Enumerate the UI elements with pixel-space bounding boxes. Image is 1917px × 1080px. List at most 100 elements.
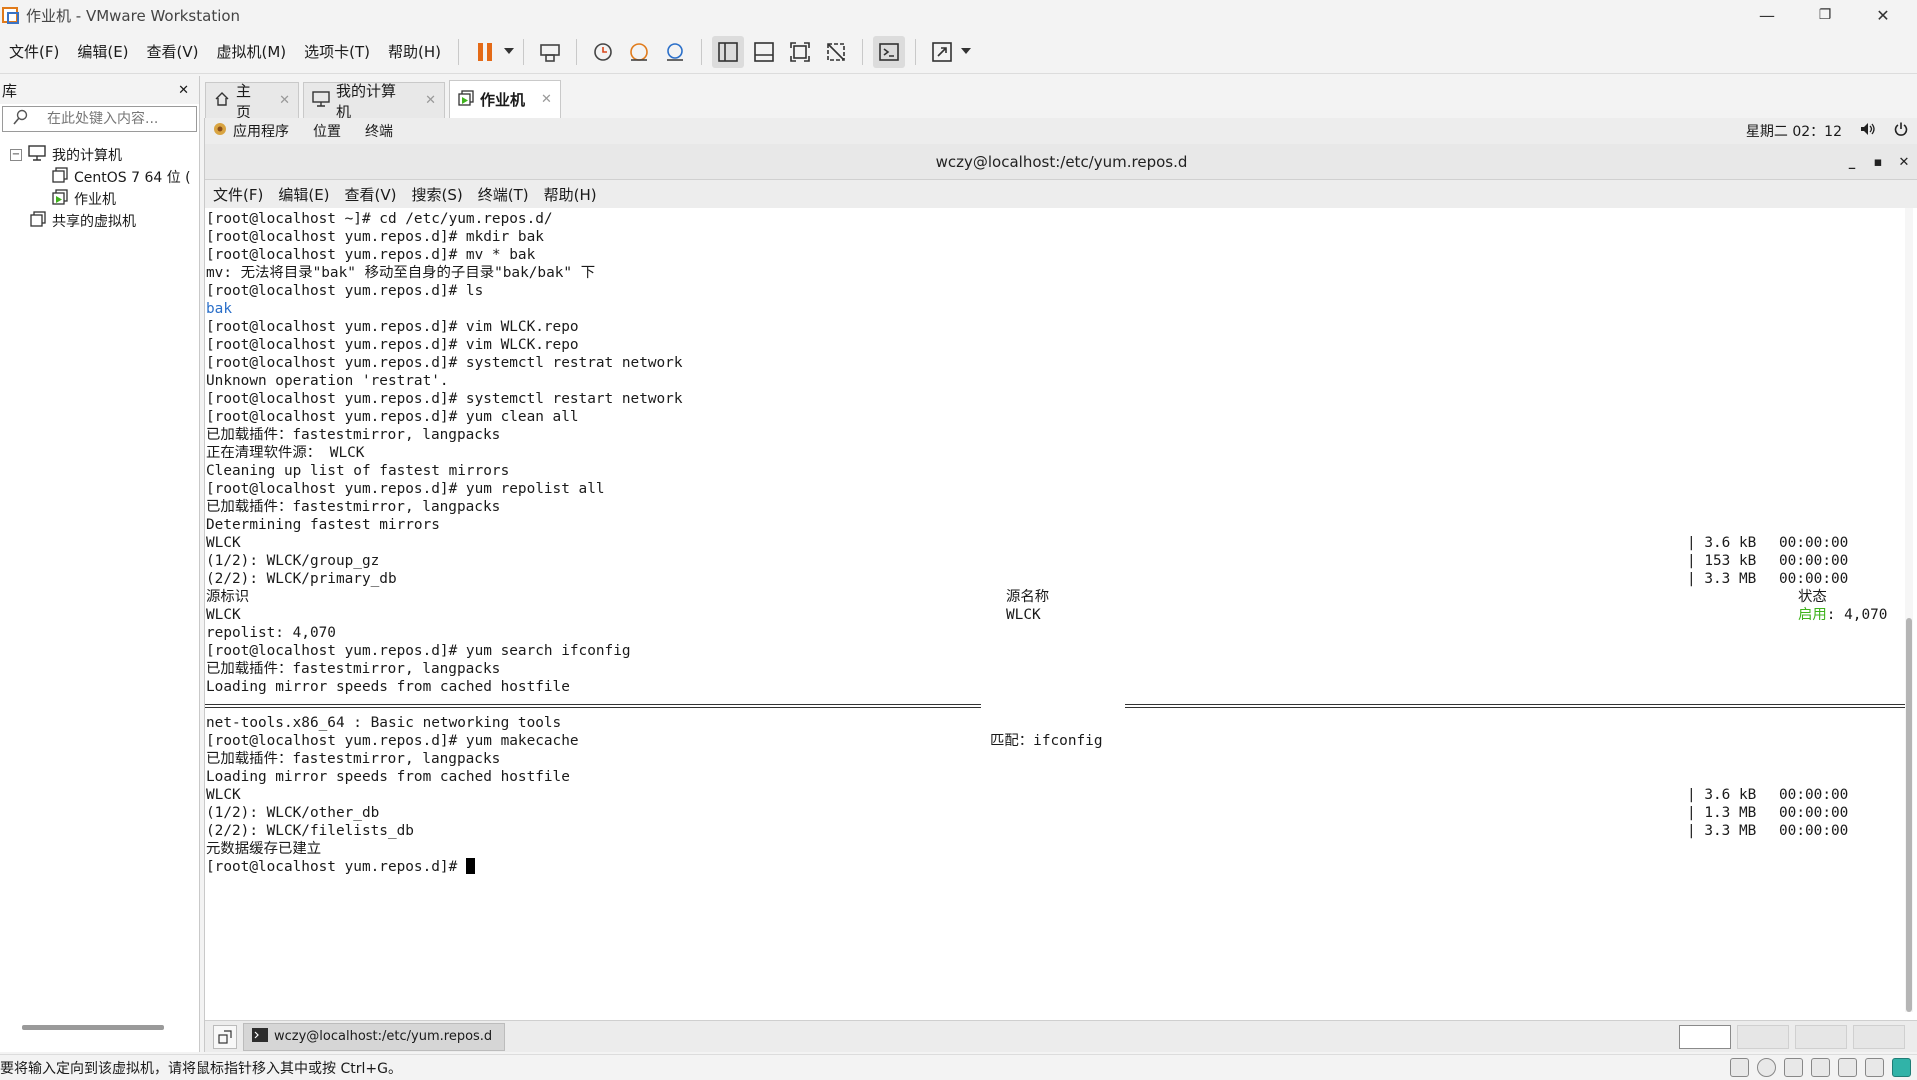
network-adapter-icon[interactable] [1784, 1058, 1803, 1077]
terminal-close-icon[interactable]: ✕ [1890, 144, 1917, 180]
terminal-menu-view[interactable]: 查看(V) [345, 184, 397, 205]
minimize-button[interactable]: — [1738, 0, 1796, 30]
terminal-line: 已加载插件：fastestmirror, langpacks [206, 661, 501, 677]
download-row: WLCK | 3.6 kB 00:00:00 [205, 786, 1905, 804]
download-time: 00:00:00 [1779, 787, 1849, 803]
library-search-input[interactable] [29, 111, 221, 127]
terminal-line: [root@localhost yum.repos.d]# systemctl … [206, 355, 683, 371]
tree-label: 我的计算机 [52, 148, 122, 164]
collapse-icon[interactable]: − [10, 149, 22, 161]
workspace-4[interactable] [1853, 1025, 1905, 1049]
thumbnail-bar-icon[interactable] [748, 36, 780, 68]
tree-item-homework-vm[interactable]: 作业机 [0, 188, 199, 210]
repo-name-header: 源名称 [1006, 589, 1050, 605]
running-vm-icon [52, 189, 68, 209]
workspace-1[interactable] [1679, 1025, 1731, 1049]
taskbar-terminal-item[interactable]: wczy@localhost:/etc/yum.repos.d [243, 1022, 505, 1051]
terminal-line: [root@localhost yum.repos.d]# yum clean … [206, 409, 579, 425]
terminal-scrollbar[interactable] [1905, 208, 1913, 1012]
show-library-icon[interactable] [712, 35, 745, 68]
printer-icon[interactable] [1838, 1058, 1857, 1077]
repo-row: WLCK WLCK 启用: 4,070 [205, 606, 1905, 624]
download-name: (1/2): WLCK/other_db [206, 805, 380, 821]
message-icon[interactable] [1892, 1058, 1911, 1077]
download-size: | 3.3 MB [1687, 571, 1757, 587]
volume-icon[interactable] [1860, 122, 1876, 140]
tab-strip: 主页 ✕ 我的计算机 ✕ 作业机 ✕ [205, 80, 565, 121]
applications-icon [213, 122, 227, 140]
power-icon[interactable] [1894, 122, 1908, 140]
download-name: WLCK [206, 535, 241, 551]
title-bar: 作业机 - VMware Workstation — ❐ ✕ [0, 0, 1917, 30]
terminal-line: [root@localhost yum.repos.d]# vim WLCK.r… [206, 337, 579, 353]
sound-card-icon[interactable] [1865, 1058, 1884, 1077]
toolbar-separator [458, 38, 460, 65]
tab-close-icon[interactable]: ✕ [279, 93, 290, 108]
gnome-places-menu[interactable]: 位置 [313, 121, 341, 141]
tree-item-my-computer[interactable]: − 我的计算机 [0, 144, 199, 166]
show-desktop-icon[interactable] [213, 1024, 237, 1049]
terminal-maximize-icon[interactable]: ▪ [1864, 144, 1892, 180]
terminal-menu-help[interactable]: 帮助(H) [544, 184, 597, 205]
snapshot-icon[interactable] [587, 36, 619, 68]
terminal-line: [root@localhost yum.repos.d]# vim WLCK.r… [206, 319, 579, 335]
tab-close-icon[interactable]: ✕ [541, 92, 552, 107]
unity-mode-icon[interactable] [820, 36, 852, 68]
restore-button[interactable]: ❐ [1796, 0, 1854, 30]
terminal-scrollbar-thumb[interactable] [1906, 618, 1912, 1012]
full-screen-icon[interactable] [784, 36, 816, 68]
tab-home[interactable]: 主页 ✕ [205, 82, 299, 121]
cd-dvd-icon[interactable] [1757, 1058, 1776, 1077]
library-close-icon[interactable]: ✕ [178, 83, 189, 98]
terminal-line: [root@localhost yum.repos.d]# systemctl … [206, 391, 683, 407]
tree-item-shared-vms[interactable]: 共享的虚拟机 [0, 210, 199, 232]
stretch-dropdown-icon[interactable] [960, 44, 972, 60]
repo-header-row: 源标识 源名称 状态 [205, 588, 1905, 606]
revert-snapshot-icon[interactable] [623, 36, 655, 68]
terminal-line: 已加载插件：fastestmirror, langpacks [206, 427, 501, 443]
close-button[interactable]: ✕ [1854, 0, 1912, 30]
terminal-prompt-line: [root@localhost yum.repos.d]# [205, 858, 1905, 876]
toolbar-separator [862, 38, 864, 65]
tab-close-icon[interactable]: ✕ [425, 93, 436, 108]
tab-my-computer[interactable]: 我的计算机 ✕ [303, 82, 445, 121]
terminal-minimize-icon[interactable]: _ [1838, 144, 1866, 180]
workspace-3[interactable] [1795, 1025, 1847, 1049]
console-view-icon[interactable] [873, 35, 906, 68]
gnome-clock[interactable]: 星期二 02：12 [1746, 121, 1842, 141]
send-ctrl-alt-del-icon[interactable] [534, 36, 566, 68]
tree-item-centos[interactable]: CentOS 7 64 位 ( [0, 166, 199, 188]
library-scrollbar[interactable] [22, 1025, 164, 1030]
gnome-terminal-menu[interactable]: 终端 [365, 121, 393, 141]
tab-homework-vm[interactable]: 作业机 ✕ [449, 80, 561, 118]
terminal-menu-file[interactable]: 文件(F) [213, 184, 263, 205]
snapshot-manager-icon[interactable] [659, 36, 691, 68]
menu-edit[interactable]: 编辑(E) [68, 41, 137, 62]
terminal-line: [root@localhost yum.repos.d]# mkdir bak [206, 229, 544, 245]
menu-view[interactable]: 查看(V) [138, 41, 208, 62]
gnome-applications-menu[interactable]: 应用程序 [233, 121, 289, 141]
workspace-2[interactable] [1737, 1025, 1789, 1049]
terminal-menu-terminal[interactable]: 终端(T) [478, 184, 529, 205]
terminal-menu-edit[interactable]: 编辑(E) [278, 184, 329, 205]
gnome-tray: 星期二 02：12 [1746, 118, 1908, 144]
hard-disk-icon[interactable] [1730, 1058, 1749, 1077]
menu-file[interactable]: 文件(F) [0, 41, 68, 62]
library-title: 库 [2, 81, 18, 100]
pause-dropdown-icon[interactable] [503, 44, 515, 60]
menu-tabs[interactable]: 选项卡(T) [295, 41, 379, 62]
tree-label: 作业机 [74, 192, 116, 208]
menu-vm[interactable]: 虚拟机(M) [208, 41, 296, 62]
vm-display[interactable]: 应用程序 位置 终端 星期二 02：12 wczy@localhost:/etc… [204, 118, 1917, 1052]
menu-help[interactable]: 帮助(H) [379, 41, 450, 62]
status-text: 要将输入定向到该虚拟机，请将鼠标指针移入其中或按 Ctrl+G。 [0, 1060, 402, 1077]
terminal-menu-search[interactable]: 搜索(S) [412, 184, 463, 205]
search-icon [13, 109, 29, 129]
stretch-guest-icon[interactable] [926, 36, 958, 68]
repo-id: WLCK [206, 607, 241, 623]
usb-icon[interactable] [1811, 1058, 1830, 1077]
terminal-output[interactable]: [root@localhost ~]# cd /etc/yum.repos.d/… [205, 208, 1905, 1012]
tree-label: 共享的虚拟机 [52, 214, 136, 230]
pause-icon[interactable] [469, 36, 501, 68]
toolbar-separator [576, 38, 578, 65]
